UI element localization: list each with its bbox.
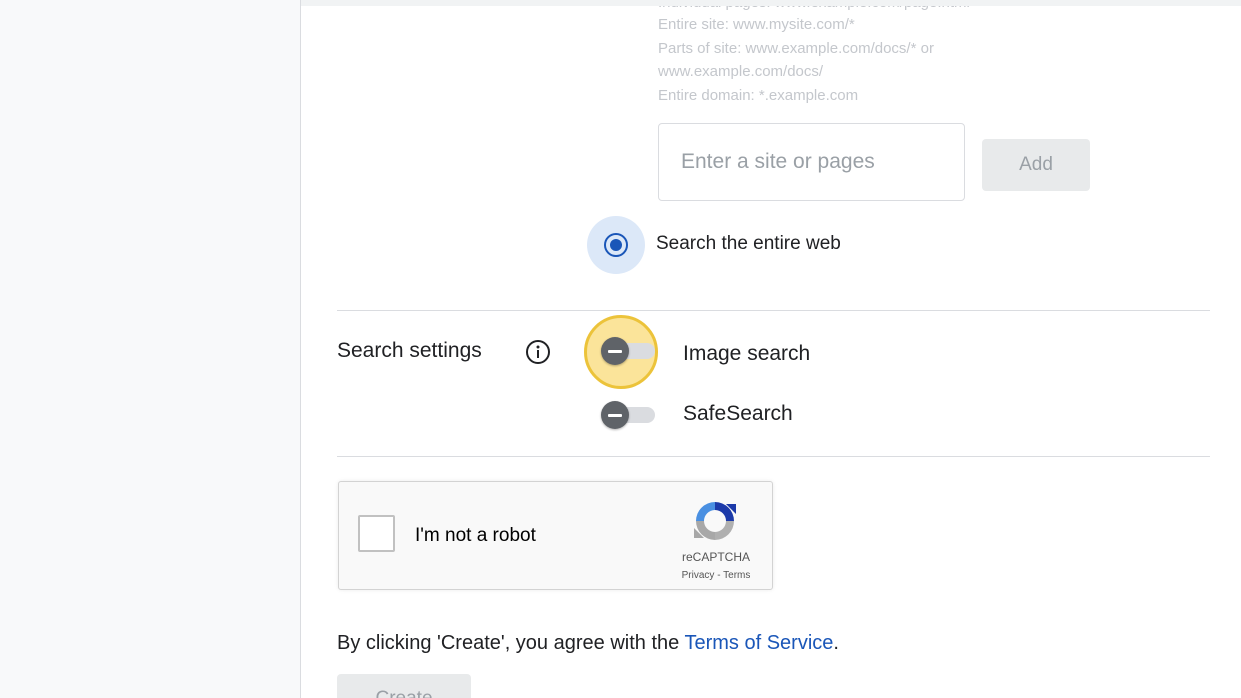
divider <box>337 456 1210 457</box>
search-entire-web-label[interactable]: Search the entire web <box>656 233 841 255</box>
site-hint-domain: Entire domain: *.example.com <box>658 87 859 104</box>
info-icon[interactable] <box>525 339 551 365</box>
create-button[interactable]: Create <box>337 674 471 698</box>
recaptcha-logo-icon <box>694 502 736 540</box>
terms-of-service-link[interactable]: Terms of Service <box>684 632 833 654</box>
sidebar <box>0 0 301 698</box>
recaptcha-terms-link[interactable]: Terms <box>723 570 750 581</box>
divider <box>337 310 1210 311</box>
image-search-label: Image search <box>683 342 811 365</box>
agree-text: By clicking 'Create', you agree with the <box>337 632 685 654</box>
search-entire-web-radio[interactable] <box>587 216 645 274</box>
image-search-toggle[interactable] <box>601 337 655 365</box>
recaptcha-privacy-link[interactable]: Privacy <box>682 570 715 581</box>
add-site-button[interactable]: Add <box>982 139 1090 191</box>
agree-suffix: . <box>833 632 839 654</box>
recaptcha-label: I'm not a robot <box>415 525 536 546</box>
recaptcha-checkbox[interactable] <box>358 515 395 552</box>
recaptcha-widget: I'm not a robot reCAPTCHA Privacy - Term… <box>338 481 773 590</box>
site-hint-parts-cont: www.example.com/docs/ <box>658 63 824 80</box>
search-settings-label: Search settings <box>337 339 482 362</box>
site-input[interactable] <box>659 124 964 200</box>
recaptcha-link-separator: - <box>714 570 724 581</box>
radio-selected-dot <box>610 239 622 251</box>
site-input-box[interactable] <box>658 123 965 201</box>
main-content: Individual pages: www.example.com/page.h… <box>301 6 1241 698</box>
site-hint-entire-site: Entire site: www.mysite.com/* <box>658 16 855 33</box>
recaptcha-brand: reCAPTCHA <box>681 550 750 564</box>
safesearch-toggle[interactable] <box>601 401 655 429</box>
terms-agreement: By clicking 'Create', you agree with the… <box>337 632 839 655</box>
site-hint-individual: Individual pages: www.example.com/page.h… <box>658 6 970 14</box>
site-hint-parts: Parts of site: www.example.com/docs/* or <box>658 40 934 57</box>
safesearch-label: SafeSearch <box>683 402 793 425</box>
toggle-thumb <box>601 337 629 365</box>
radio-outer <box>604 233 628 257</box>
toggle-thumb <box>601 401 629 429</box>
recaptcha-links: Privacy - Terms <box>675 570 757 581</box>
